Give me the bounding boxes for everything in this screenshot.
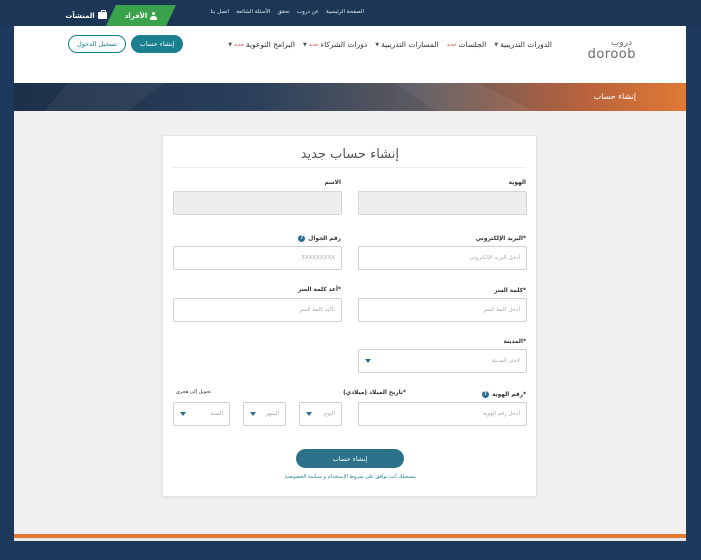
main-nav: الدورات التدريبية ▼ الجلسات جديد المسارا… <box>228 40 552 49</box>
nav-item-courses[interactable]: الدورات التدريبية ▼ <box>494 40 552 49</box>
divider <box>173 167 526 168</box>
top-link-about[interactable]: عن دروب <box>297 9 319 15</box>
top-link-verify[interactable]: تحقق <box>277 9 289 15</box>
top-bar: الصفحة الرئيسية عن دروب تحقق الأسئلة الش… <box>0 0 701 26</box>
dob-day-select[interactable]: اليوم <box>299 402 342 426</box>
password-placeholder: أدخل كلمة السر <box>483 307 520 313</box>
label-text: كلمة السر* <box>494 288 526 294</box>
nav-item-partners[interactable]: دورات الشركاء جديد ▼ <box>303 40 367 49</box>
create-account-button[interactable]: إنشاء حساب <box>131 35 183 53</box>
chevron-down-icon: ▼ <box>375 41 380 48</box>
chevron-down-icon <box>306 412 312 416</box>
id-number-placeholder: أدخل رقم الهوية <box>482 411 520 417</box>
label-text: رقم الجوال <box>308 235 341 242</box>
top-link-home[interactable]: الصفحة الرئيسية <box>326 9 364 15</box>
day-placeholder: اليوم <box>323 411 335 417</box>
tab-individuals[interactable]: الأفراد <box>106 5 176 26</box>
city-select[interactable]: لاختر المدينة <box>358 349 527 373</box>
mobile-label: رقم الجوال ? <box>298 235 341 242</box>
nav-item-awareness[interactable]: البرامج التوعوية جديد ▼ <box>228 40 295 49</box>
nav-label: الدورات التدريبية <box>500 40 552 49</box>
city-placeholder: لاختر المدينة <box>491 358 520 364</box>
identity-field <box>358 191 527 215</box>
month-placeholder: الشهر <box>265 411 279 417</box>
email-label: البريد الإلكتروني* <box>476 236 526 242</box>
name-label: الاسم <box>324 180 341 186</box>
footer-divider <box>14 538 686 541</box>
id-number-label: رقم الهوية* ? <box>481 391 526 398</box>
new-badge: جديد <box>446 41 457 48</box>
label-text: الاسم <box>324 180 341 186</box>
page-banner: إنشاء حساب <box>14 83 686 111</box>
nav-label: الجلسات <box>458 40 487 49</box>
mobile-input[interactable]: 5XXXXXXXX <box>173 246 342 270</box>
user-icon <box>150 11 158 20</box>
new-badge: جديد <box>308 41 319 48</box>
confirm-placeholder: تأكيد كلمة السر <box>299 307 335 313</box>
logo-latin: doroob <box>587 47 636 62</box>
nav-label: المسارات التدريبية <box>381 40 439 49</box>
register-form: إنشاء حساب جديد الهوية الاسم البريد الإل… <box>162 135 537 497</box>
top-link-faq[interactable]: الأسئلة الشائعة <box>236 9 270 15</box>
form-title: إنشاء حساب جديد <box>300 147 399 162</box>
label-text: تحويل إلى هجري <box>175 389 211 395</box>
chevron-down-icon <box>180 412 186 416</box>
label-text: البريد الإلكتروني* <box>475 236 526 242</box>
label-text: الهوية <box>508 180 526 186</box>
dob-label: تاريخ الميلاد (ميلادي)* <box>343 390 406 396</box>
chevron-down-icon <box>250 412 256 416</box>
chevron-down-icon: ▼ <box>494 41 499 48</box>
password-label: كلمة السر* <box>494 288 526 294</box>
email-input[interactable]: أدخل البريد الإلكتروني <box>358 246 527 270</box>
nav-label: البرامج التوعوية <box>245 40 295 49</box>
confirm-password-label: أعد كلمة السر* <box>298 287 341 293</box>
banner-title: إنشاء حساب <box>593 92 636 101</box>
submit-create-account-button[interactable]: إنشاء حساب <box>296 449 404 468</box>
briefcase-icon <box>97 10 107 19</box>
year-placeholder: السنة <box>210 411 223 417</box>
label-text: رقم الهوية* <box>491 391 526 398</box>
password-input[interactable]: أدخل كلمة السر <box>358 298 527 322</box>
doroob-logo[interactable]: دروب doroob <box>578 38 636 62</box>
label-text: تاريخ الميلاد (ميلادي)* <box>343 390 406 396</box>
chevron-down-icon: ▼ <box>228 41 233 48</box>
terms-link[interactable]: بتسجيلك أنت توافق على شروط الإستخدام و س… <box>163 474 538 480</box>
tab-organizations[interactable]: المنشآت <box>56 5 116 26</box>
tab-individuals-label: الأفراد <box>124 11 148 20</box>
top-link-contact[interactable]: اتصل بنا <box>210 9 229 15</box>
header: دروب doroob الدورات التدريبية ▼ الجلسات … <box>14 26 686 83</box>
content-area: إنشاء حساب جديد الهوية الاسم البريد الإل… <box>14 111 686 534</box>
mobile-placeholder: 5XXXXXXXX <box>301 255 335 261</box>
name-field <box>173 191 342 215</box>
help-icon[interactable]: ? <box>481 391 489 398</box>
nav-item-sessions[interactable]: الجلسات جديد <box>447 40 486 49</box>
chevron-down-icon <box>365 359 371 363</box>
id-number-input[interactable]: أدخل رقم الهوية <box>358 402 527 426</box>
chevron-down-icon: ▼ <box>302 41 307 48</box>
label-text: المدينة* <box>503 339 526 345</box>
help-icon[interactable]: ? <box>298 235 306 242</box>
email-placeholder: أدخل البريد الإلكتروني <box>469 255 520 261</box>
confirm-password-input[interactable]: تأكيد كلمة السر <box>173 298 342 322</box>
dob-month-select[interactable]: الشهر <box>243 402 286 426</box>
label-text: أعد كلمة السر* <box>297 287 341 293</box>
city-label: المدينة* <box>503 339 526 345</box>
identity-label: الهوية <box>509 180 526 186</box>
new-badge: جديد <box>234 41 244 48</box>
login-button[interactable]: تسجيل الدخول <box>68 35 126 53</box>
convert-hijri-link[interactable]: تحويل إلى هجري <box>176 389 211 395</box>
tab-organizations-label: المنشآت <box>65 11 95 20</box>
top-links: الصفحة الرئيسية عن دروب تحقق الأسئلة الش… <box>192 9 364 15</box>
nav-label: دورات الشركاء <box>320 40 368 49</box>
dob-year-select[interactable]: السنة <box>173 402 230 426</box>
nav-item-tracks[interactable]: المسارات التدريبية ▼ <box>375 40 439 49</box>
